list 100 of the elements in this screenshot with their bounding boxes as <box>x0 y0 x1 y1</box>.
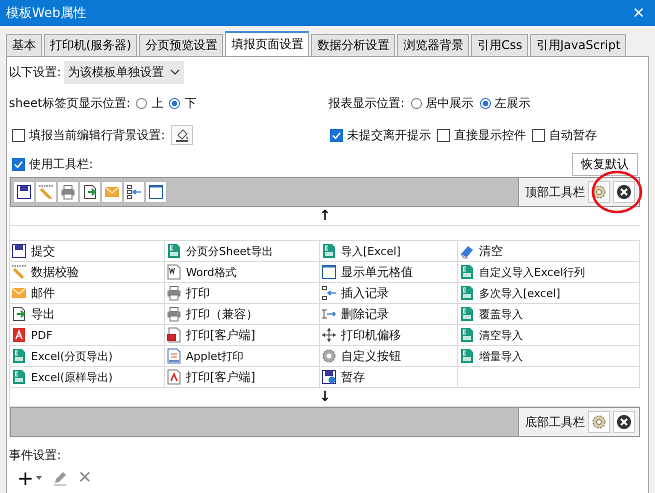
toolbar-button-option[interactable]: PDF <box>10 325 165 346</box>
tab[interactable]: 填报页面设置 <box>225 31 310 56</box>
sheet-position-label: sheet标签页显示位置: <box>9 94 130 112</box>
spreadsheet-icon <box>459 327 475 343</box>
toolbar-button-option[interactable]: 显示单元格值 <box>320 262 458 283</box>
toolbar-button-option[interactable]: 删除记录 <box>320 304 458 325</box>
checkbox[interactable] <box>12 158 25 170</box>
checkbox[interactable] <box>532 128 545 142</box>
report-position-label: 报表显示位置: <box>328 94 405 112</box>
printer-icon[interactable] <box>58 182 78 202</box>
toolbar-button-option[interactable]: 打印机偏移 <box>320 325 458 346</box>
gear-icon <box>321 348 337 364</box>
toolbar-button-option[interactable]: Applet打印 <box>165 346 320 367</box>
move-icon <box>321 327 337 343</box>
gear-icon <box>591 414 607 430</box>
radio-button[interactable] <box>410 98 422 108</box>
paint-bucket-icon <box>174 127 190 143</box>
eraser-icon <box>459 243 475 259</box>
move-down-arrow[interactable]: ↓ <box>319 389 331 405</box>
pencil-icon <box>11 264 27 280</box>
edit-icon[interactable] <box>52 470 68 486</box>
checkbox-label: 使用工具栏: <box>29 156 94 172</box>
spreadsheet-icon <box>166 243 182 259</box>
tab[interactable]: 引用Css <box>471 34 528 56</box>
radio-label: 上 <box>151 94 164 112</box>
toolbar-button-option[interactable]: 自定义导入Excel行列 <box>458 262 640 283</box>
window-icon <box>321 264 337 280</box>
spreadsheet-icon <box>459 348 475 364</box>
pdf-icon <box>11 327 27 343</box>
toolbar-button-option[interactable]: 清空 <box>458 241 640 262</box>
toolbar-button-option[interactable]: 数据校验 <box>10 262 165 283</box>
close-button[interactable]: ✕ <box>628 4 649 22</box>
insert-row-icon <box>321 285 337 301</box>
radio-label: 居中展示 <box>426 94 474 112</box>
checkbox-label: 自动暂存 <box>549 126 597 144</box>
move-up-arrow[interactable]: ↑ <box>319 208 331 224</box>
tab[interactable]: 浏览器背景 <box>397 34 470 56</box>
restore-default-button[interactable]: 恢复默认 <box>572 152 638 176</box>
tab[interactable]: 数据分析设置 <box>311 34 396 56</box>
checkbox-label: 填报当前编辑行背景设置: <box>29 126 166 144</box>
tab[interactable]: 分页预览设置 <box>139 34 224 56</box>
checkbox[interactable] <box>12 128 25 142</box>
caret-icon <box>36 476 42 480</box>
export-icon[interactable] <box>80 182 100 202</box>
top-toolbar-label: 顶部工具栏 <box>525 184 585 200</box>
toolbar-button-option[interactable]: 导入[Excel] <box>320 241 458 262</box>
radio-label: 左展示 <box>494 94 531 112</box>
remove-button[interactable] <box>613 411 635 433</box>
printer-icon <box>166 306 182 322</box>
checkbox-label: 直接显示控件 <box>454 126 526 144</box>
toolbar-button-option[interactable]: 增量导入 <box>458 346 640 367</box>
toolbar-button-option[interactable]: 多次导入[excel] <box>458 283 640 304</box>
envelope-icon <box>11 285 27 301</box>
tab[interactable]: 引用JavaScript <box>530 34 626 56</box>
chevron-down-icon <box>170 69 180 75</box>
toolbar-button-option[interactable]: Excel(分页导出) <box>10 346 165 367</box>
add-button[interactable]: + <box>17 468 42 488</box>
export-icon <box>11 306 27 322</box>
floppy-disk-icon[interactable] <box>14 182 34 202</box>
toolbar-button-option[interactable]: 邮件 <box>10 283 165 304</box>
toolbar-button-option[interactable]: 清空导入 <box>458 325 640 346</box>
scope-dropdown[interactable]: 为该模板单独设置 <box>64 60 184 84</box>
bottom-toolbar-label: 底部工具栏 <box>525 414 585 430</box>
tab[interactable]: 打印机(服务器) <box>44 34 138 56</box>
radio-button[interactable] <box>136 98 148 108</box>
toolbar-button-option[interactable]: 导出 <box>10 304 165 325</box>
spreadsheet-icon <box>459 306 475 322</box>
document-icon <box>166 348 182 364</box>
toolbar-button-option[interactable]: 打印[客户端] <box>165 325 320 346</box>
paint-bucket-button[interactable] <box>171 125 194 145</box>
spreadsheet-icon <box>11 348 27 364</box>
toolbar-button-option[interactable]: 打印 <box>165 283 320 304</box>
radio-label: 下 <box>184 94 196 112</box>
pencil-icon[interactable] <box>36 182 56 202</box>
remove-button[interactable] <box>613 181 635 203</box>
document-icon <box>166 327 182 343</box>
checkbox[interactable] <box>437 128 450 142</box>
toolbar-button-option[interactable]: Word格式 <box>165 262 320 283</box>
toolbar-button-option[interactable]: 打印（兼容） <box>165 304 320 325</box>
toolbar-button-option[interactable]: 分页分Sheet导出 <box>165 241 320 262</box>
window-icon[interactable] <box>146 182 166 202</box>
window-title: 模板Web属性 <box>6 5 86 22</box>
scope-label: 以下设置: <box>9 64 62 80</box>
toolbar-button-option[interactable]: 提交 <box>10 241 165 262</box>
delete-button[interactable]: ✕ <box>78 468 92 488</box>
toolbar-button-option[interactable]: 暂存 <box>320 367 458 388</box>
radio-button[interactable] <box>480 98 491 108</box>
pdf-document-icon <box>166 369 182 385</box>
insert-row-icon[interactable] <box>124 182 144 202</box>
toolbar-button-option[interactable]: 打印[客户端] <box>165 367 320 388</box>
toolbar-button-option[interactable]: 自定义按钮 <box>320 346 458 367</box>
floppy-clock-icon <box>321 369 337 385</box>
checkbox[interactable] <box>330 128 343 142</box>
tab[interactable]: 基本 <box>6 34 42 56</box>
settings-button[interactable] <box>588 411 610 433</box>
radio-button[interactable] <box>169 98 180 108</box>
toolbar-button-option[interactable]: Excel(原样导出) <box>10 367 165 388</box>
spreadsheet-icon <box>11 369 27 385</box>
toolbar-button-option[interactable]: 插入记录 <box>320 283 458 304</box>
toolbar-button-option[interactable]: 覆盖导入 <box>458 304 640 325</box>
